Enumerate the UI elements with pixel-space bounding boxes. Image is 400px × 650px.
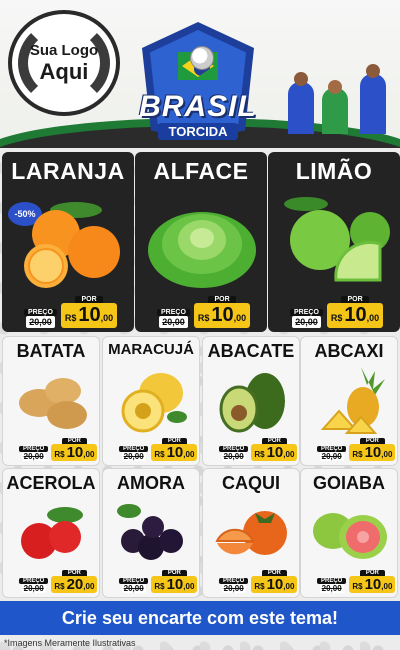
product-card-maracuja[interactable]: MARACUJÁ PREÇO 20,00 POR R$ 10 ,00 — [102, 336, 200, 466]
logo-placeholder[interactable]: Sua Logo Aqui — [8, 10, 120, 116]
orange-image — [24, 202, 120, 288]
product-card-goiaba[interactable]: GOIABA PREÇO 20,00 POR R$ 10 ,00 — [300, 468, 398, 598]
logo-text-line2: Aqui — [39, 58, 89, 84]
price-tag: PREÇO 20,00 POR R$ 10 ,00 — [157, 296, 251, 328]
new-price: R$ 10 ,00 — [51, 444, 98, 461]
old-price: 20,00 — [319, 584, 344, 593]
featured-row: LARANJA -50% PREÇO 20,00 POR R$ 10 ,00 A… — [0, 152, 400, 334]
product-name: BATATA — [16, 341, 86, 361]
blackberry-image — [117, 504, 183, 560]
product-name: ACEROLA — [6, 473, 96, 493]
new-price: R$ 10 ,00 — [251, 444, 298, 461]
header: Sua Logo Aqui BRASIL TORCIDA — [0, 0, 400, 148]
new-price: R$ 10 ,00 — [151, 576, 198, 593]
new-price: R$ 10 ,00 — [60, 303, 118, 328]
old-price: 20,00 — [319, 452, 344, 461]
product-name: ABCAXI — [314, 341, 384, 361]
new-price: R$ 10 ,00 — [251, 576, 298, 593]
price-tag: PREÇO 20,00 POR R$ 10 ,00 — [19, 438, 98, 461]
product-name: GOIABA — [313, 473, 385, 493]
new-price: R$ 10 ,00 — [151, 444, 198, 461]
cta-text: Crie seu encarte com este tema! — [61, 607, 339, 628]
product-card-limao[interactable]: LIMÃO PREÇO 20,00 POR R$ 10 ,00 — [268, 152, 400, 332]
price-tag: PREÇO 20,00 POR R$ 10 ,00 — [317, 438, 396, 461]
old-price-label: PREÇO — [290, 309, 323, 316]
product-card-alface[interactable]: ALFACE PREÇO 20,00 POR R$ 10 ,00 — [135, 152, 267, 332]
avocado-image — [219, 373, 285, 433]
product-name: MARACUJÁ — [108, 341, 194, 358]
product-card-acerola[interactable]: ACEROLA PREÇO 20,00 POR R$ 20 ,00 — [2, 468, 100, 598]
old-price-label: PREÇO — [157, 309, 190, 316]
lime-image — [284, 197, 390, 282]
logo-text-line1: Sua Logo — [29, 41, 99, 59]
potato-image — [19, 378, 87, 429]
product-card-abacate[interactable]: ABACATE PREÇO 20,00 POR R$ 10 ,00 — [202, 336, 300, 466]
fans-illustration — [284, 54, 400, 134]
new-price: R$ 10 ,00 — [349, 576, 396, 593]
badge-title: BRASIL — [139, 90, 257, 123]
old-price: 20,00 — [26, 316, 55, 328]
product-card-caqui[interactable]: CAQUI PREÇO 20,00 POR R$ 10 ,00 — [202, 468, 300, 598]
new-price-label: POR — [341, 296, 369, 303]
badge-subtitle: TORCIDA — [158, 123, 238, 140]
price-tag: PREÇO 20,00 POR R$ 10 ,00 — [219, 570, 298, 593]
price-tag: PREÇO 20,00 POR R$ 10 ,00 — [219, 438, 298, 461]
disclaimer-text: *Imagens Meramente Ilustrativas — [4, 638, 136, 648]
new-price-label: POR — [208, 296, 236, 303]
old-price-label: PREÇO — [24, 309, 57, 316]
old-price: 20,00 — [121, 584, 146, 593]
new-price: R$ 10 ,00 — [349, 444, 396, 461]
lettuce-image — [148, 212, 256, 288]
product-name: ABACATE — [207, 341, 295, 361]
cta-banner[interactable]: Crie seu encarte com este tema! — [0, 601, 400, 635]
persimmon-image — [215, 511, 287, 555]
old-price: 20,00 — [121, 452, 146, 461]
price-tag: PREÇO 20,00 POR R$ 10 ,00 — [24, 296, 118, 328]
new-price: R$ 20 ,00 — [51, 576, 98, 593]
new-price: R$ 10 ,00 — [326, 303, 384, 328]
guava-image — [313, 513, 387, 559]
price-tag: PREÇO 20,00 POR R$ 10 ,00 — [317, 570, 396, 593]
product-card-amora[interactable]: AMORA PREÇO 20,00 POR R$ 10 ,00 — [102, 468, 200, 598]
new-price: R$ 10 ,00 — [193, 303, 251, 328]
product-name: ALFACE — [153, 158, 249, 184]
old-price: 20,00 — [21, 452, 46, 461]
flyer-page: Sua Logo Aqui BRASIL TORCIDA LARANJA -50… — [0, 0, 400, 650]
product-card-batata[interactable]: BATATA PREÇO 20,00 POR R$ 10 ,00 — [2, 336, 100, 466]
brasil-torcida-badge: BRASIL TORCIDA — [128, 16, 268, 146]
old-price: 20,00 — [221, 452, 246, 461]
acerola-image — [21, 507, 83, 559]
passion-fruit-image — [121, 373, 187, 433]
product-name: LIMÃO — [295, 158, 373, 184]
old-price: 20,00 — [221, 584, 246, 593]
product-name: LARANJA — [11, 158, 125, 184]
product-name: CAQUI — [222, 473, 280, 493]
new-price-label: POR — [75, 296, 103, 303]
price-tag: PREÇO 20,00 POR R$ 10 ,00 — [290, 296, 384, 328]
old-price: 20,00 — [159, 316, 188, 328]
pineapple-image — [320, 367, 385, 434]
product-card-abcaxi[interactable]: ABCAXI PREÇO 20,00 POR R$ 10 ,00 — [300, 336, 398, 466]
product-name: AMORA — [117, 473, 185, 493]
price-tag: PREÇO 20,00 POR R$ 20 ,00 — [19, 570, 98, 593]
price-tag: PREÇO 20,00 POR R$ 10 ,00 — [119, 438, 198, 461]
soccer-ball-icon — [190, 46, 214, 70]
product-card-laranja[interactable]: LARANJA -50% PREÇO 20,00 POR R$ 10 ,00 — [2, 152, 134, 332]
price-tag: PREÇO 20,00 POR R$ 10 ,00 — [119, 570, 198, 593]
old-price: 20,00 — [21, 584, 46, 593]
old-price: 20,00 — [292, 316, 321, 328]
